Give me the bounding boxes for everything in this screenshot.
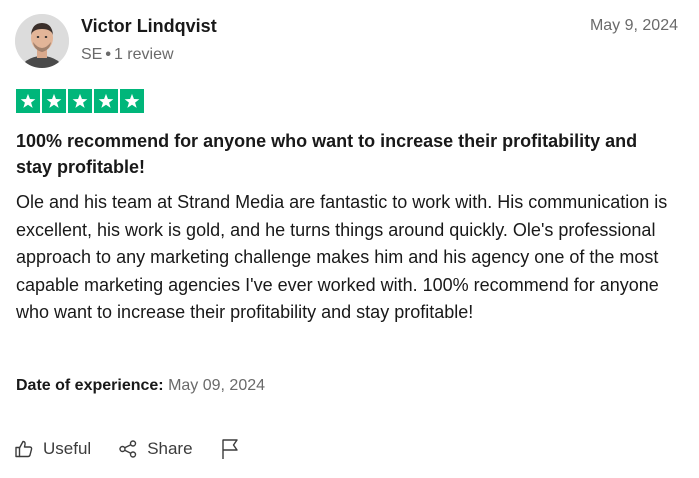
review-title[interactable]: 100% recommend for anyone who want to in…	[16, 128, 676, 180]
star-icon	[68, 89, 92, 113]
share-label: Share	[147, 439, 193, 458]
experience-date: May 09, 2024	[168, 377, 266, 394]
reviewer-name[interactable]: Victor Lindqvist	[81, 14, 217, 38]
reviewer-meta: SE • 1 review	[81, 44, 174, 66]
review-body: Ole and his team at Strand Media are fan…	[16, 192, 668, 323]
useful-button[interactable]: Useful	[14, 439, 91, 459]
star-icon	[42, 89, 66, 113]
date-of-experience: Date of experience: May 09, 2024	[16, 375, 265, 397]
flag-button[interactable]	[220, 438, 240, 460]
share-icon	[118, 439, 138, 459]
star-rating	[16, 89, 144, 113]
useful-label: Useful	[43, 439, 92, 458]
reviewer-country: SE	[81, 46, 103, 63]
star-icon	[16, 89, 40, 113]
star-icon	[120, 89, 144, 113]
avatar[interactable]	[15, 14, 69, 68]
person-photo-icon	[15, 14, 69, 68]
review-actions: Useful Share	[14, 436, 240, 462]
thumbs-up-icon	[14, 439, 34, 459]
share-button[interactable]: Share	[118, 439, 193, 459]
meta-separator: •	[105, 46, 111, 63]
reviewer-review-count: 1 review	[113, 46, 174, 63]
review-date: May 9, 2024	[589, 17, 678, 34]
review-card: Victor Lindqvist SE • 1 review May 9, 2024…	[0, 0, 699, 478]
experience-label: Date of experience:	[16, 377, 164, 394]
flag-icon	[220, 438, 240, 460]
star-icon	[94, 89, 118, 113]
